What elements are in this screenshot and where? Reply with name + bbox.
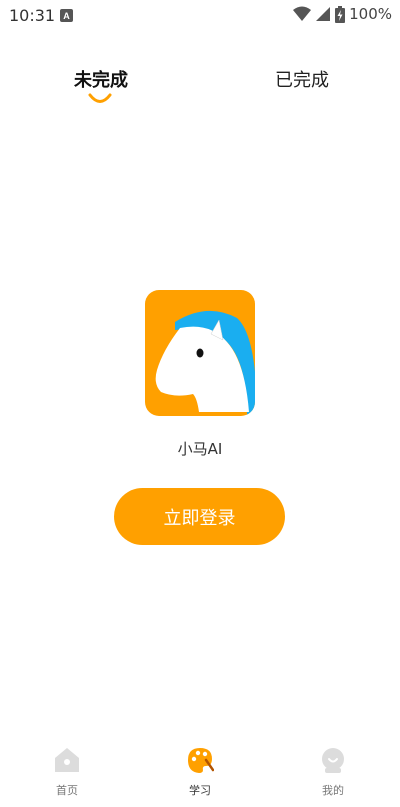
tab-bar: 未完成 已完成: [0, 60, 400, 116]
app-name: 小马AI: [177, 440, 223, 458]
app-logo: [145, 290, 255, 416]
nav-label-study: 学习: [189, 784, 211, 797]
nav-item-study[interactable]: 学习: [160, 742, 240, 802]
status-icons: 100%: [293, 5, 392, 23]
bottom-nav: 首页 学习 我的: [0, 742, 400, 807]
status-time: 10:31: [9, 6, 56, 25]
tab-completed[interactable]: 已完成: [275, 66, 329, 92]
nav-label-home: 首页: [56, 784, 78, 797]
login-button[interactable]: 立即登录: [114, 488, 285, 545]
cell-signal-icon: [316, 7, 331, 21]
profile-icon: [322, 748, 344, 773]
battery-percent: 100%: [349, 5, 392, 23]
nav-label-mine: 我的: [322, 784, 344, 797]
tab-incomplete[interactable]: 未完成: [74, 66, 128, 92]
home-icon: [55, 748, 79, 772]
svg-text:A: A: [63, 11, 70, 21]
wifi-icon: [293, 6, 312, 21]
screen: 10:31 A 100% 未完成 已完成 小马AI 立即登录 首页 学习 我的: [0, 0, 400, 807]
notification-a-icon: A: [60, 9, 73, 22]
nav-item-home[interactable]: 首页: [27, 742, 107, 802]
nav-item-mine[interactable]: 我的: [293, 742, 373, 802]
tab-active-indicator: [88, 93, 112, 103]
palette-icon: [188, 748, 214, 773]
battery-icon: [335, 5, 346, 23]
status-bar: 10:31 A 100%: [0, 0, 400, 32]
